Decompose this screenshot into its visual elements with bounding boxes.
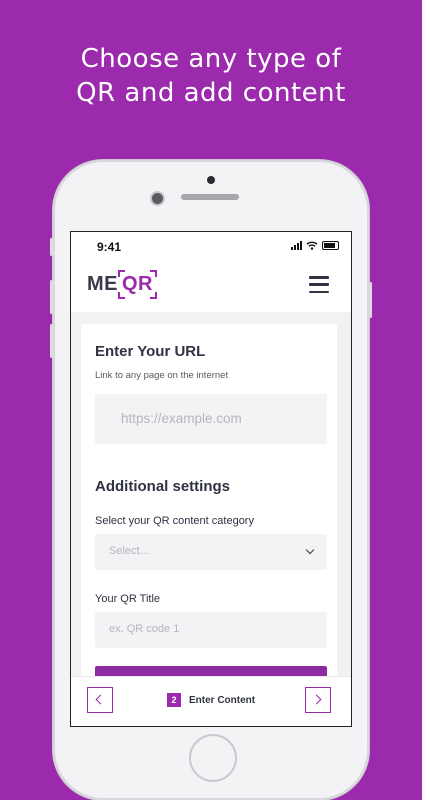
home-button — [189, 734, 237, 782]
form-card: Enter Your URL Link to any page on the i… — [81, 324, 337, 684]
headline-line-1: Choose any type of — [80, 44, 342, 74]
chevron-down-icon — [305, 545, 315, 555]
volume-down-button — [50, 324, 53, 358]
category-select[interactable]: Select... — [95, 534, 327, 570]
volume-up-button — [50, 280, 53, 314]
step-navigation-bar: 2 Enter Content — [71, 676, 351, 726]
status-time: 9:41 — [97, 240, 122, 254]
url-section-title: Enter Your URL — [95, 343, 206, 360]
form-area: Enter Your URL Link to any page on the i… — [71, 312, 351, 684]
category-selected-value: Select... — [109, 545, 149, 557]
earpiece-speaker — [181, 194, 239, 200]
additional-settings-title: Additional settings — [95, 478, 230, 495]
previous-step-button[interactable] — [87, 687, 113, 713]
url-input-placeholder: https://example.com — [121, 411, 242, 426]
logo-qr-text: QR — [118, 270, 157, 299]
wifi-icon — [306, 241, 318, 250]
qr-title-label: Your QR Title — [95, 593, 161, 605]
mute-switch — [50, 238, 53, 256]
current-step-indicator: 2 Enter Content — [167, 693, 255, 707]
status-icons — [291, 241, 339, 250]
chevron-left-icon — [95, 694, 106, 705]
phone-screen: 9:41 ME QR Enter Your URL Link to any pa… — [70, 231, 352, 727]
promo-headline: Choose any type of QR and add content — [0, 42, 422, 110]
step-number-badge: 2 — [167, 693, 181, 707]
sensor-dot — [207, 176, 215, 184]
front-camera — [150, 191, 165, 206]
signal-icon — [291, 241, 302, 250]
phone-frame: 9:41 ME QR Enter Your URL Link to any pa… — [50, 160, 372, 800]
headline-line-2: QR and add content — [76, 78, 346, 108]
hamburger-menu-icon[interactable] — [309, 276, 329, 293]
step-label: Enter Content — [189, 694, 256, 706]
battery-icon — [322, 241, 339, 250]
chevron-right-icon — [311, 694, 322, 705]
next-step-button[interactable] — [305, 687, 331, 713]
url-input[interactable]: https://example.com — [95, 394, 327, 444]
logo-me-text: ME — [87, 273, 118, 295]
meqr-logo[interactable]: ME QR — [87, 270, 157, 299]
url-section-subtitle: Link to any page on the internet — [95, 370, 229, 381]
status-bar: 9:41 — [71, 232, 351, 258]
qr-title-placeholder: ex. QR code 1 — [109, 623, 180, 635]
qr-title-input[interactable]: ex. QR code 1 — [95, 612, 327, 648]
power-button — [369, 282, 372, 318]
app-header: ME QR — [71, 258, 351, 312]
category-label: Select your QR content category — [95, 515, 254, 527]
